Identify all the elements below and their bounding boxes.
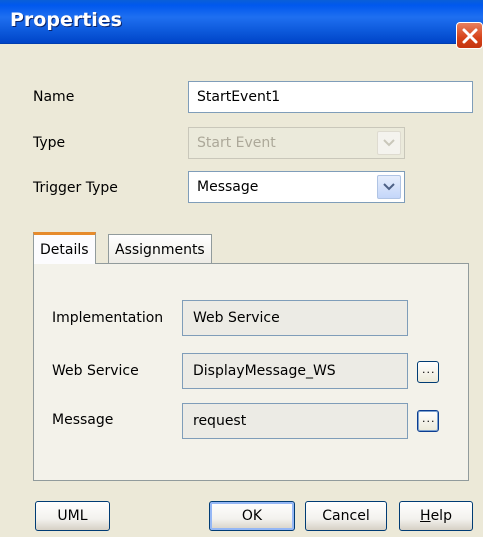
ok-button-label: OK: [241, 508, 263, 524]
help-button[interactable]: Help: [399, 501, 473, 531]
implementation-label: Implementation: [52, 310, 164, 326]
web-service-field: DisplayMessage_WS: [182, 353, 408, 389]
title-bar[interactable]: Properties: [0, 0, 483, 44]
type-select: Start Event: [188, 127, 405, 159]
tab-details[interactable]: Details: [33, 232, 96, 264]
chevron-down-icon: [383, 139, 395, 147]
ok-button[interactable]: OK: [209, 501, 295, 531]
browse-ellipsis-icon: ...: [422, 363, 436, 376]
uml-button[interactable]: UML: [35, 501, 110, 531]
message-label: Message: [52, 412, 114, 428]
type-dropdown-button: [377, 131, 401, 155]
browse-ellipsis-icon: ...: [422, 412, 436, 425]
tab-assignments-label: Assignments: [115, 241, 205, 258]
trigger-type-value: Message: [197, 179, 259, 195]
trigger-type-select[interactable]: Message: [188, 171, 405, 203]
web-service-label: Web Service: [52, 363, 139, 379]
trigger-type-dropdown-button[interactable]: [377, 175, 401, 199]
cancel-button-label: Cancel: [322, 508, 370, 524]
uml-button-label: UML: [57, 508, 88, 524]
type-label: Type: [33, 135, 66, 151]
trigger-type-label: Trigger Type: [33, 180, 118, 196]
close-button[interactable]: [456, 22, 483, 49]
cancel-button[interactable]: Cancel: [305, 501, 387, 531]
name-field[interactable]: StartEvent1: [188, 81, 473, 113]
web-service-browse-button[interactable]: ...: [417, 361, 439, 383]
web-service-value: DisplayMessage_WS: [193, 363, 336, 379]
close-icon: [462, 28, 478, 44]
tab-details-label: Details: [40, 241, 89, 258]
implementation-field: Web Service: [182, 300, 408, 336]
help-mnemonic: H: [420, 508, 431, 524]
name-value: StartEvent1: [197, 89, 281, 105]
message-field: request: [182, 403, 408, 439]
name-label: Name: [33, 89, 75, 105]
help-rest: elp: [430, 508, 452, 524]
window-title: Properties: [10, 9, 122, 31]
message-value: request: [193, 413, 247, 429]
implementation-value: Web Service: [193, 310, 280, 326]
tab-assignments[interactable]: Assignments: [108, 234, 212, 264]
chevron-down-icon: [383, 183, 395, 191]
help-button-label: Help: [420, 508, 452, 524]
message-browse-button[interactable]: ...: [417, 410, 439, 432]
type-value: Start Event: [197, 135, 276, 151]
